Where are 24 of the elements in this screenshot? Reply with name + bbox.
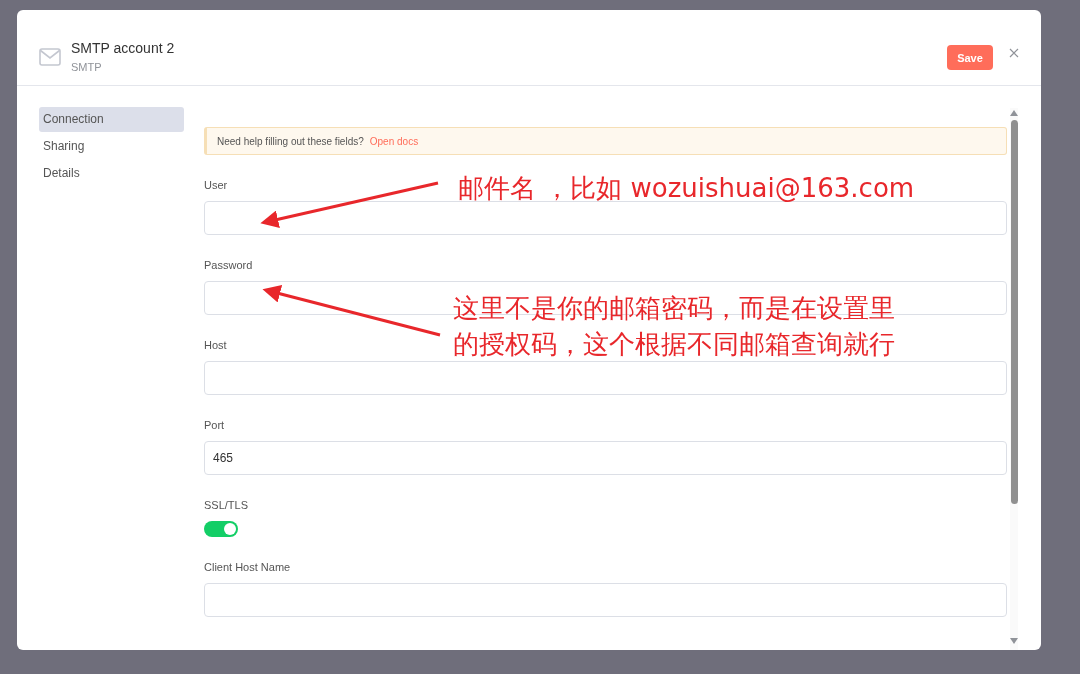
toggle-switch[interactable]	[204, 521, 238, 537]
scroll-down-icon[interactable]	[1010, 638, 1018, 644]
input-field[interactable]: 465	[204, 441, 1007, 475]
sidebar-item[interactable]: Connection	[39, 107, 184, 132]
field-label: Host	[204, 339, 227, 353]
scroll-up-icon[interactable]	[1010, 110, 1018, 116]
sidebar-item[interactable]: Sharing	[39, 134, 184, 159]
field-label: Port	[204, 419, 225, 433]
input-field[interactable]	[204, 201, 1007, 235]
field-label: Password	[204, 259, 253, 273]
help-text: Need help filling out these fields?	[217, 135, 364, 147]
field-label: Client Host Name	[204, 561, 291, 575]
field-label: SSL/TLS	[204, 499, 249, 513]
input-field[interactable]	[204, 361, 1007, 395]
sidebar-item[interactable]: Details	[39, 161, 184, 186]
close-icon[interactable]	[1009, 48, 1019, 58]
envelope-icon	[39, 48, 61, 66]
input-field[interactable]	[204, 583, 1007, 617]
annotation-note: 这里不是你的邮箱密码，而是在设置里 的授权码，这个根据不同邮箱查询就行	[453, 292, 895, 361]
annotation-note: 邮件名 ，比如 wozuishuai@163.com	[458, 172, 915, 205]
field-label: User	[204, 179, 228, 193]
scrollbar[interactable]	[1010, 108, 1018, 650]
credential-type: SMTP	[71, 61, 103, 73]
dialog-title: SMTP account 2	[71, 40, 176, 56]
